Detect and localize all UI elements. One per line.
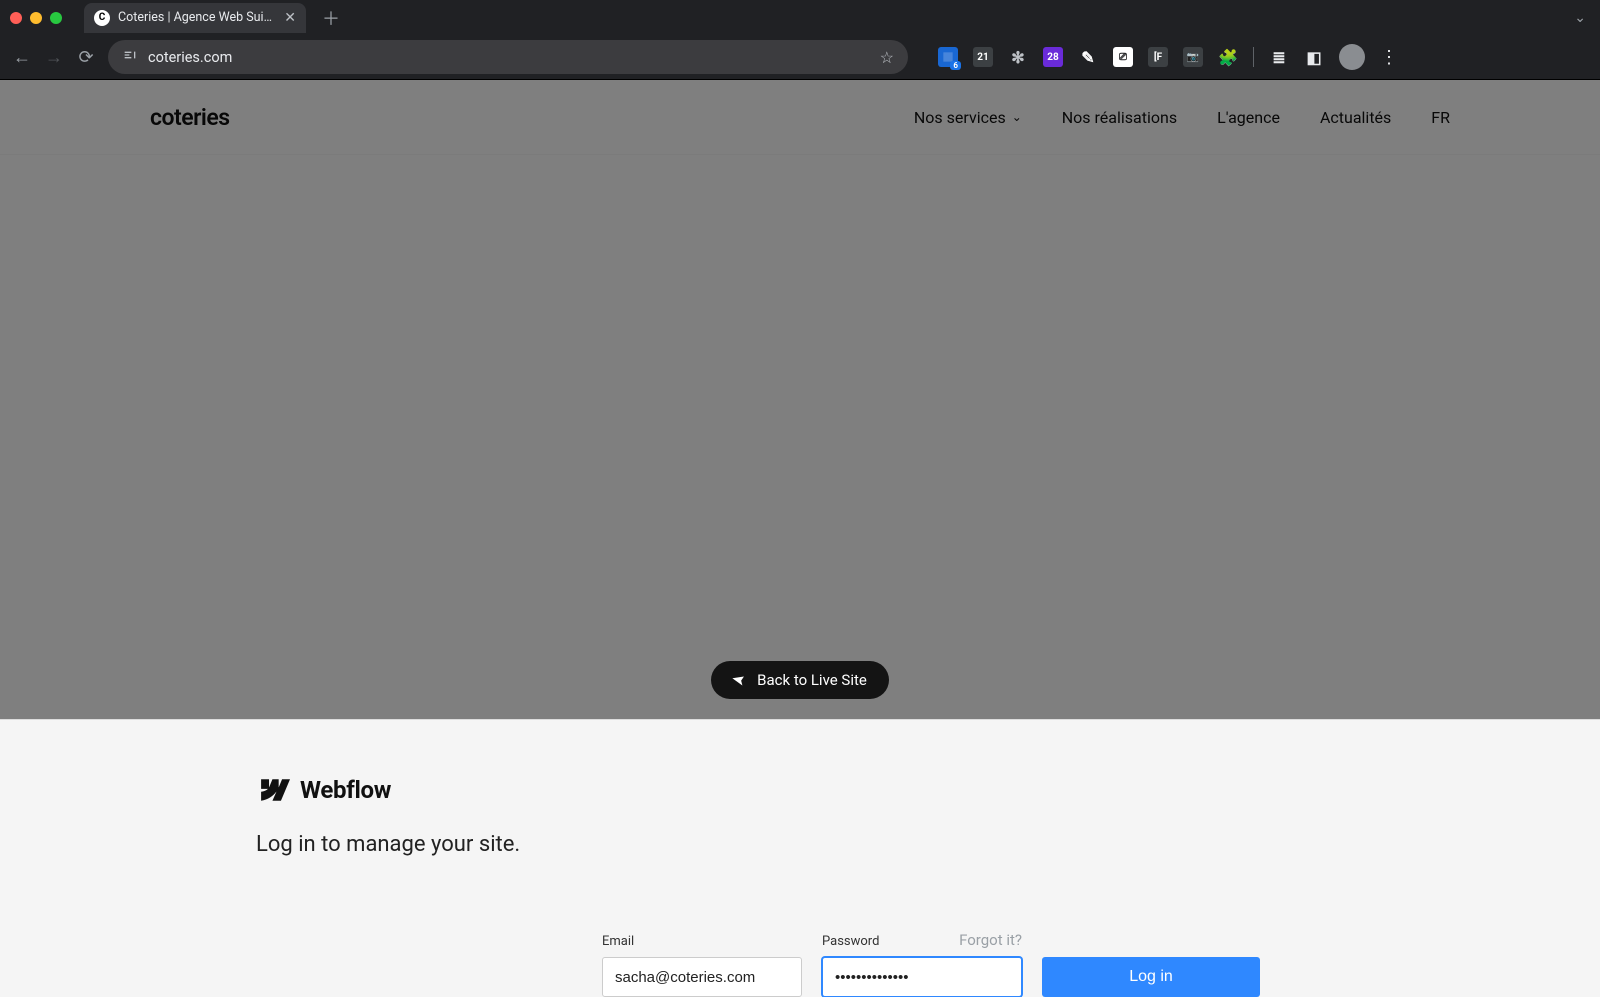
tabs-dropdown-icon[interactable]: ⌄ <box>1574 10 1586 26</box>
forgot-password-link[interactable]: Forgot it? <box>959 931 1022 949</box>
editor-dim-overlay: Back to Live Site <box>0 80 1600 719</box>
webflow-mark-icon <box>256 779 290 801</box>
password-label: Password <box>822 934 879 949</box>
url-text: coteries.com <box>148 49 870 66</box>
webflow-subtitle: Log in to manage your site. <box>256 832 546 857</box>
profile-avatar-icon[interactable] <box>1339 44 1365 70</box>
cursor-icon <box>730 670 749 689</box>
login-button[interactable]: Log in <box>1042 957 1260 997</box>
extension-icon[interactable]: 28 <box>1043 47 1063 67</box>
page-content: coteries Nos services ⌄ Nos réalisations… <box>0 80 1600 997</box>
webflow-logo-text: Webflow <box>300 776 391 804</box>
extension-camera-icon[interactable]: 📷 <box>1183 47 1203 67</box>
webflow-login-panel: Webflow Log in to manage your site. Emai… <box>0 719 1600 997</box>
window-minimize-icon[interactable] <box>30 12 42 24</box>
back-to-live-site-button[interactable]: Back to Live Site <box>711 661 889 699</box>
extension-icon[interactable]: ⎚ <box>1113 47 1133 67</box>
password-field-group: Password Forgot it? <box>822 931 1022 997</box>
email-field-group: Email <box>602 934 802 997</box>
nav-reload-icon[interactable]: ⟳ <box>76 47 96 68</box>
extension-gear-icon[interactable]: ✻ <box>1008 47 1028 67</box>
bookmark-star-icon[interactable]: ☆ <box>880 48 894 67</box>
browser-chrome: C Coteries | Agence Web Suisse ✕ ＋ ⌄ ← →… <box>0 0 1600 80</box>
extension-icon[interactable]: 6 <box>938 47 958 67</box>
window-controls <box>10 12 62 24</box>
browser-toolbar: ← → ⟳ coteries.com ☆ 6 21 ✻ 28 ✎ ⎚ [F 📷 … <box>0 36 1600 79</box>
email-input[interactable] <box>602 957 802 997</box>
extension-icon[interactable]: 21 <box>973 47 993 67</box>
new-tab-button[interactable]: ＋ <box>316 5 346 31</box>
extensions-puzzle-icon[interactable]: 🧩 <box>1218 47 1238 67</box>
nav-back-icon[interactable]: ← <box>12 47 32 68</box>
window-close-icon[interactable] <box>10 12 22 24</box>
toolbar-divider <box>1253 47 1254 67</box>
tab-favicon-icon: C <box>94 10 110 26</box>
password-input[interactable] <box>822 957 1022 997</box>
tab-bar: C Coteries | Agence Web Suisse ✕ ＋ ⌄ <box>0 0 1600 36</box>
tab-title: Coteries | Agence Web Suisse <box>118 10 276 25</box>
nav-forward-icon: → <box>44 47 64 68</box>
email-label: Email <box>602 934 634 949</box>
extension-icon[interactable]: [F <box>1148 47 1168 67</box>
extension-badge: 6 <box>950 61 961 70</box>
side-panel-icon[interactable]: ◧ <box>1304 47 1324 67</box>
tab-close-icon[interactable]: ✕ <box>284 10 296 26</box>
back-button-label: Back to Live Site <box>757 671 867 689</box>
extensions-row: 6 21 ✻ 28 ✎ ⎚ [F 📷 🧩 ≣ ◧ ⋮ <box>938 44 1398 70</box>
site-info-icon[interactable] <box>122 47 138 67</box>
browser-tab[interactable]: C Coteries | Agence Web Suisse ✕ <box>84 3 306 33</box>
extension-eyedropper-icon[interactable]: ✎ <box>1078 47 1098 67</box>
window-maximize-icon[interactable] <box>50 12 62 24</box>
address-bar[interactable]: coteries.com ☆ <box>108 40 908 74</box>
reading-list-icon[interactable]: ≣ <box>1269 47 1289 67</box>
webflow-logo: Webflow <box>256 776 546 804</box>
browser-menu-icon[interactable]: ⋮ <box>1380 47 1398 68</box>
